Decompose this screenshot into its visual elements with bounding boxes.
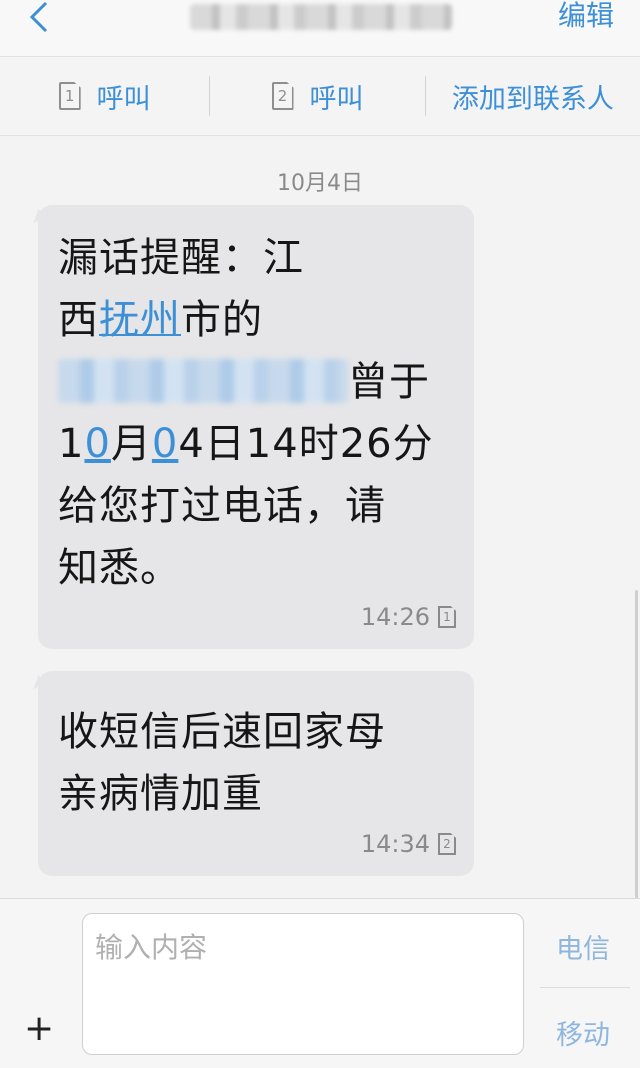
- action-bar: 1 呼叫 2 呼叫 添加到联系人: [0, 56, 640, 136]
- sim1-icon: 1: [438, 606, 456, 628]
- message-text: 收短信后速回家母 亲病情加重: [58, 701, 458, 825]
- message-line: 亲病情加重: [58, 771, 263, 817]
- message-line: 10月04日14时26分: [58, 413, 458, 475]
- call-sim2-label: 呼叫: [309, 83, 364, 115]
- text-fragment: 月: [110, 421, 152, 467]
- sim1-icon: 1: [58, 82, 81, 110]
- message-time: 14:26: [360, 603, 430, 631]
- plus-icon[interactable]: +: [24, 1011, 54, 1047]
- divider: [540, 987, 630, 988]
- date-link[interactable]: 0: [152, 421, 178, 467]
- call-sim1-button[interactable]: 1 呼叫: [0, 56, 209, 136]
- message-line: 给您打过电话，请: [58, 483, 386, 529]
- text-fragment: 4日14时26分: [178, 421, 434, 467]
- call-sim1-label: 呼叫: [96, 83, 151, 115]
- text-fragment: 1: [58, 421, 85, 467]
- call-sim2-button[interactable]: 2 呼叫: [210, 56, 424, 136]
- back-chevron-icon[interactable]: [26, 0, 66, 40]
- composer-bar: + 输入内容 电信 移动: [0, 898, 640, 1068]
- sim2-icon: 2: [438, 833, 456, 855]
- phone-number-redacted: [58, 359, 348, 403]
- scrollbar[interactable]: [635, 590, 638, 900]
- send-mobile-button[interactable]: 移动: [540, 1013, 626, 1052]
- add-to-contacts-button[interactable]: 添加到联系人: [426, 56, 640, 136]
- message-line: 曾于: [58, 351, 458, 413]
- message-line: 收短信后速回家母: [58, 709, 386, 755]
- contact-name-redacted: [190, 4, 452, 30]
- text-fragment: 市的: [181, 297, 263, 343]
- message-input[interactable]: 输入内容: [82, 913, 524, 1055]
- location-link[interactable]: 抚州: [99, 297, 181, 343]
- date-separator: 10月4日: [277, 171, 363, 196]
- edit-button[interactable]: 编辑: [558, 0, 614, 32]
- text-fragment: 曾于: [348, 359, 430, 405]
- nav-bar: 编辑: [0, 0, 640, 56]
- message-meta: 14:26 1: [361, 603, 456, 631]
- date-link[interactable]: 0: [84, 421, 110, 467]
- send-telecom-button[interactable]: 电信: [540, 927, 626, 966]
- message-line: 漏话提醒：江: [58, 235, 304, 281]
- message-bubble[interactable]: 收短信后速回家母 亲病情加重 14:34 2: [38, 671, 474, 876]
- message-text: 漏话提醒：江 西抚州市的 曾于 10月04日14时26分 给您打过电话，请 知悉…: [58, 227, 458, 599]
- message-bubble[interactable]: 漏话提醒：江 西抚州市的 曾于 10月04日14时26分 给您打过电话，请 知悉…: [38, 205, 474, 649]
- sim2-icon: 2: [271, 82, 294, 110]
- message-meta: 14:34 2: [361, 830, 456, 858]
- message-line: 知悉。: [58, 545, 181, 591]
- message-line: 西抚州市的: [58, 289, 458, 351]
- message-time: 14:34: [360, 830, 430, 858]
- text-fragment: 西: [58, 297, 99, 343]
